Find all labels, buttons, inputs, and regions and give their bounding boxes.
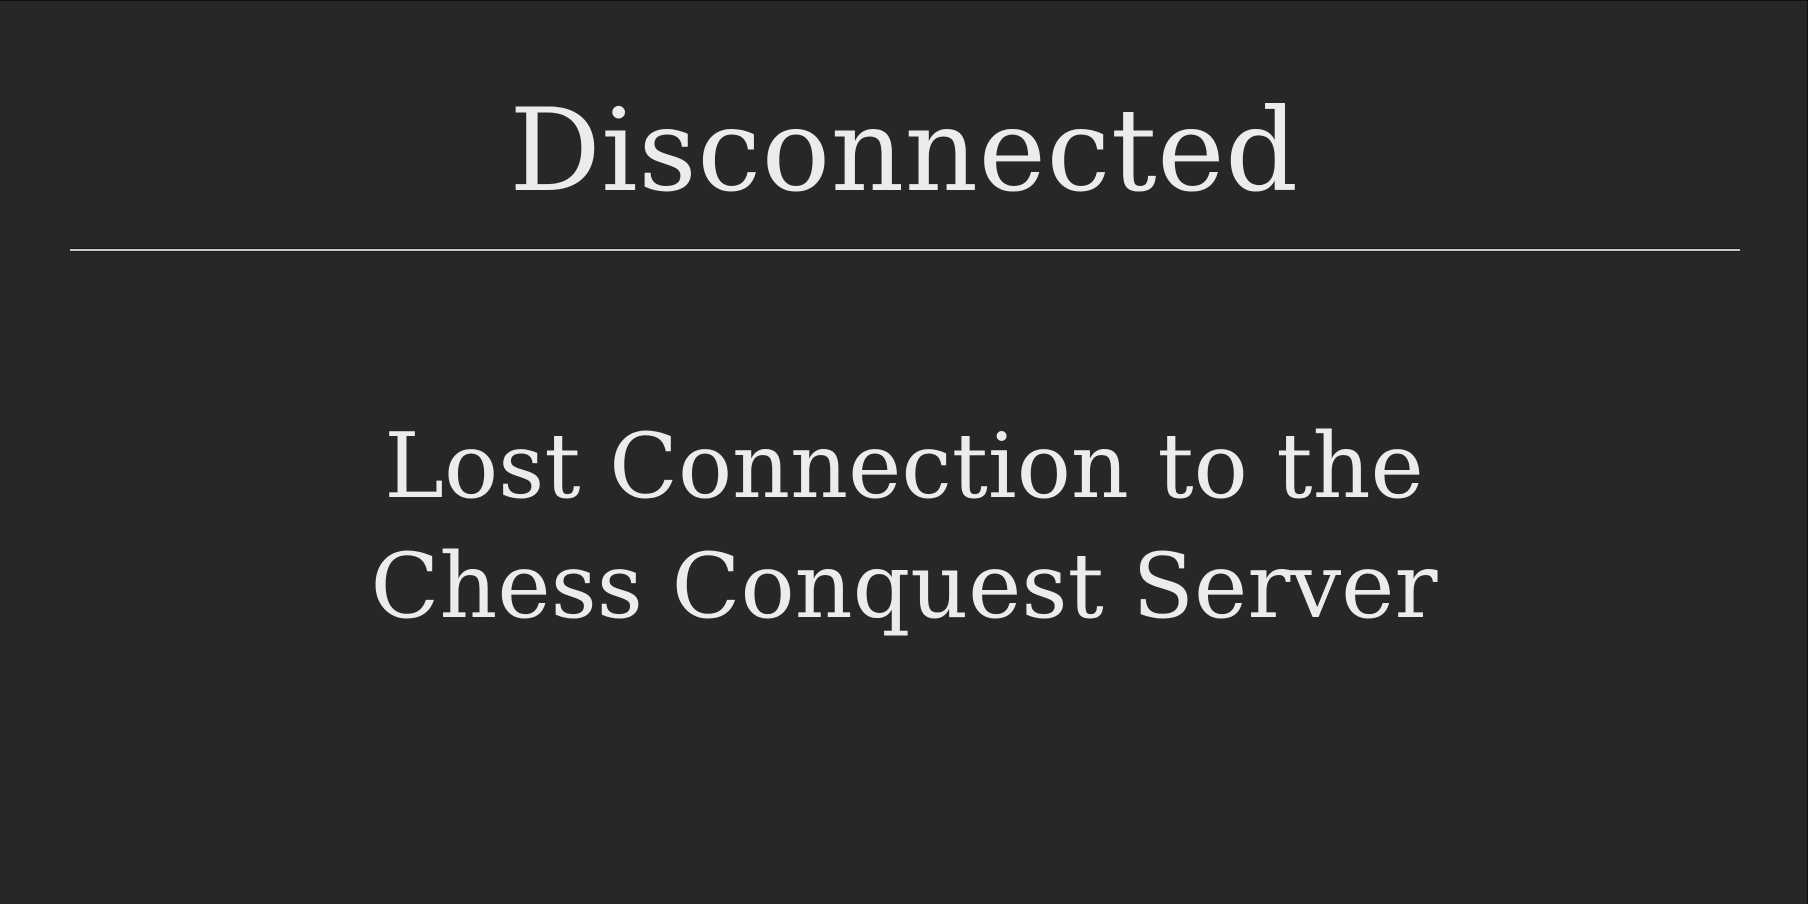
disconnected-screen: Disconnected Lost Connection to the Ches… [0,0,1808,904]
message-line-1: Lost Connection to the [384,414,1424,519]
message-line-2: Chess Conquest Server [370,534,1438,639]
dialog-title: Disconnected [509,84,1299,217]
disconnect-message: Lost Connection to the Chess Conquest Se… [0,407,1808,647]
title-divider [70,248,1740,252]
